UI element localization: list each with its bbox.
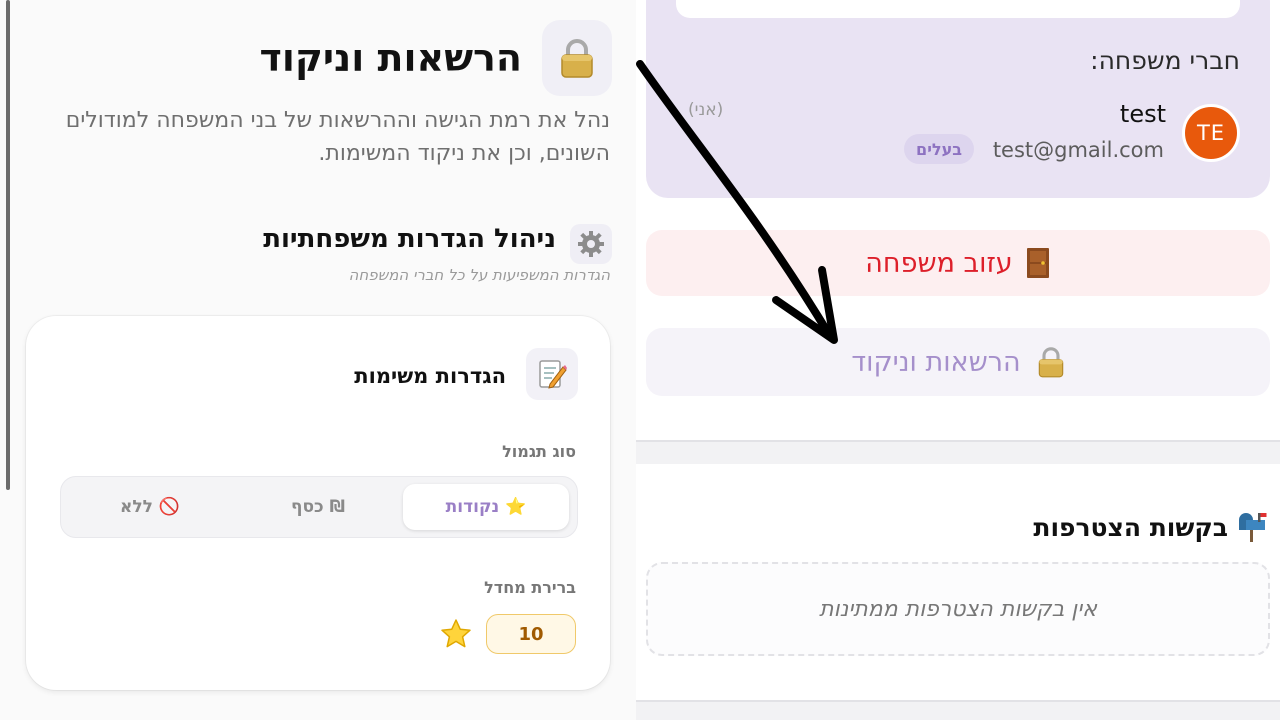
- lock-icon: [1038, 347, 1063, 378]
- reward-type-label: סוג תגמול: [502, 442, 576, 461]
- star-icon: ⭐: [505, 497, 527, 517]
- prohibited-icon: 🚫: [158, 497, 181, 517]
- family-name-field[interactable]: [676, 0, 1240, 18]
- card-title: הגדרות משימות: [354, 364, 506, 388]
- reward-option-none[interactable]: 🚫 ללא: [67, 484, 233, 530]
- gear-icon: [578, 231, 604, 257]
- star-icon: [441, 619, 471, 648]
- door-icon: [1026, 248, 1049, 278]
- option-label: כסף: [290, 497, 324, 517]
- scrollbar[interactable]: [6, 0, 10, 490]
- option-label: נקודות: [445, 497, 500, 517]
- permissions-panel: הרשאות וניקוד נהל את רמת הגישה וההרשאות …: [0, 0, 636, 720]
- empty-state: אין בקשות הצטרפות ממתינות: [646, 562, 1270, 656]
- default-value-label: ברירת מחדל: [484, 578, 576, 597]
- leave-family-button[interactable]: עזוב משפחה: [646, 230, 1270, 296]
- section-title: ניהול הגדרות משפחתיות: [263, 224, 556, 254]
- gear-icon-tile: [570, 224, 612, 264]
- permissions-button-label: הרשאות וניקוד: [851, 346, 1021, 378]
- section-divider: [636, 700, 1280, 720]
- mailbox-icon: [1239, 513, 1267, 542]
- memo-icon: [539, 360, 567, 389]
- option-label: ללא: [119, 497, 153, 517]
- shekel-icon: ₪: [329, 497, 346, 517]
- family-members-box: חברי משפחה: TE test test@gmail.com בעלים…: [646, 0, 1270, 198]
- reward-option-points[interactable]: ⭐ נקודות: [403, 484, 569, 530]
- lock-icon-tile: [542, 20, 612, 96]
- default-points-input[interactable]: 10: [486, 614, 576, 654]
- join-requests-label: בקשות הצטרפות: [1033, 512, 1228, 542]
- members-label: חברי משפחה:: [1090, 46, 1240, 75]
- permissions-button[interactable]: הרשאות וניקוד: [646, 328, 1270, 396]
- section-subtitle: הגדרות המשפיעות על כל חברי המשפחה: [348, 266, 610, 284]
- join-requests-title: בקשות הצטרפות: [1033, 512, 1268, 542]
- section-divider: [636, 440, 1280, 464]
- reward-option-money[interactable]: ₪ כסף: [235, 484, 401, 530]
- task-settings-card: הגדרות משימות סוג תגמול ⭐ נקודות ₪ כסף 🚫…: [26, 316, 610, 690]
- member-email: test@gmail.com: [992, 138, 1164, 162]
- page-title: הרשאות וניקוד: [259, 36, 522, 80]
- family-panel: חברי משפחה: TE test test@gmail.com בעלים…: [636, 0, 1280, 720]
- memo-icon-tile: [526, 348, 578, 400]
- leave-family-label: עזוב משפחה: [865, 247, 1013, 279]
- role-badge: בעלים: [904, 134, 974, 164]
- page-description: נהל את רמת הגישה וההרשאות של בני המשפחה …: [65, 108, 610, 166]
- lock-icon: [561, 39, 593, 78]
- you-tag: (אני): [688, 100, 724, 120]
- avatar: TE: [1182, 104, 1240, 162]
- reward-type-selector: ⭐ נקודות ₪ כסף 🚫 ללא: [60, 476, 578, 538]
- member-name: test: [1119, 100, 1166, 128]
